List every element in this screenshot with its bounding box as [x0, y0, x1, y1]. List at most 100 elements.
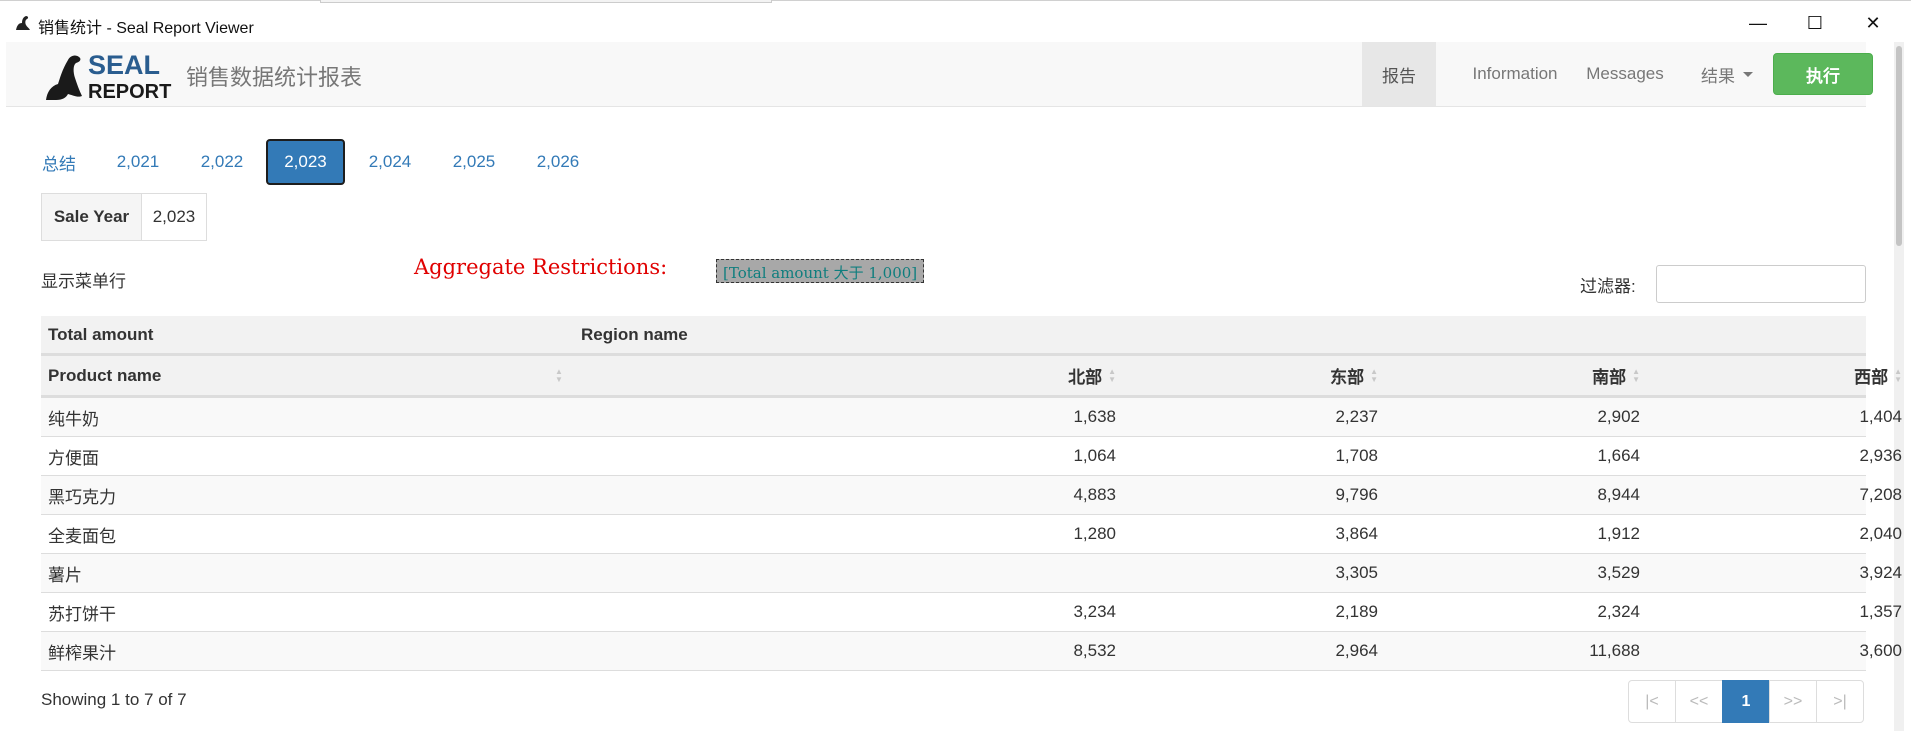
pagination: |< << 1 >> >|: [1628, 680, 1864, 723]
cell-west: 1,404: [1859, 407, 1902, 426]
cell-north: 1,638: [1073, 407, 1116, 426]
header-east[interactable]: 东部 ▲ ▼: [1116, 356, 1378, 395]
execute-button[interactable]: 执行: [1773, 53, 1873, 95]
cell-north: 4,883: [1073, 485, 1116, 504]
last-page-button[interactable]: >|: [1816, 680, 1864, 723]
header-region-name: Region name: [581, 324, 688, 344]
filter-input[interactable]: [1656, 265, 1866, 303]
previous-page-button[interactable]: <<: [1675, 680, 1723, 723]
cell-south: 1,664: [1597, 446, 1640, 465]
seal-icon: [16, 16, 30, 30]
seal-report-logo[interactable]: SEAL REPORT: [42, 48, 172, 104]
header-product-name[interactable]: Product name: [48, 356, 161, 395]
cell-south: 2,324: [1597, 602, 1640, 621]
cell-west: 7,208: [1859, 485, 1902, 504]
page-1-button[interactable]: 1: [1722, 680, 1770, 723]
cell-product: 方便面: [48, 448, 99, 468]
header-south[interactable]: 南部 ▲ ▼: [1378, 356, 1640, 395]
filter-label: 过滤器:: [1580, 277, 1636, 296]
maximize-button[interactable]: ☐: [1792, 9, 1838, 37]
cell-south: 1,912: [1597, 524, 1640, 543]
nav-messages[interactable]: Messages: [1574, 42, 1676, 106]
table-row: 纯牛奶 1,638 2,237 2,902 1,404: [41, 398, 1902, 437]
cell-west: 2,040: [1859, 524, 1902, 543]
showing-info: Showing 1 to 7 of 7: [41, 690, 187, 709]
scrollbar-thumb[interactable]: [1896, 46, 1902, 246]
minimize-button[interactable]: —: [1735, 9, 1781, 37]
cell-north: [611, 554, 1116, 592]
header-west-label: 西部: [1854, 368, 1889, 387]
cell-north: 3,234: [1073, 602, 1116, 621]
table-row: 苏打饼干 3,234 2,189 2,324 1,357: [41, 593, 1902, 632]
restriction-label: Sale Year: [42, 194, 142, 240]
header-total-amount: Total amount: [48, 324, 154, 344]
tab-2023[interactable]: 2,023: [266, 139, 345, 185]
logo-text-seal: SEAL: [88, 50, 160, 80]
tab-2024[interactable]: 2,024: [360, 139, 420, 185]
cell-north: 8,532: [1073, 641, 1116, 660]
cell-south: 8,944: [1597, 485, 1640, 504]
nav-report-label: 报告: [1382, 66, 1416, 86]
cell-product: 薯片: [48, 565, 82, 585]
header-west[interactable]: 西部 ▲ ▼: [1640, 356, 1902, 395]
tab-2021[interactable]: 2,021: [108, 139, 168, 185]
nav-information[interactable]: Information: [1446, 42, 1584, 106]
tab-2022[interactable]: 2,022: [192, 139, 252, 185]
report-table: Total amount Region name Product name ▲ ▼…: [41, 316, 1902, 671]
cell-south: 3,529: [1597, 563, 1640, 582]
first-page-button[interactable]: |<: [1628, 680, 1676, 723]
table-row: 全麦面包 1,280 3,864 1,912 2,040: [41, 515, 1902, 554]
tab-2026[interactable]: 2,026: [528, 139, 588, 185]
aggregate-restrictions-label: Aggregate Restrictions:: [414, 255, 668, 279]
cell-east: 2,189: [1335, 602, 1378, 621]
cell-east: 2,964: [1335, 641, 1378, 660]
table-header-row-1: Total amount Region name: [41, 316, 1866, 356]
table-row: 鲜榨果汁 8,532 2,964 11,688 3,600: [41, 632, 1902, 671]
nav-information-label: Information: [1472, 64, 1558, 83]
cell-east: 1,708: [1335, 446, 1378, 465]
table-row: 薯片 3,305 3,529 3,924: [41, 554, 1902, 593]
table-header-row-2: Product name ▲ ▼ 北部 ▲ ▼ 东部 ▲ ▼ 南部 ▲ ▼ 西部 ▲ ▼: [41, 356, 1902, 398]
sort-icon[interactable]: ▲ ▼: [555, 368, 563, 384]
window-title: 销售统计 - Seal Report Viewer: [38, 20, 254, 37]
sort-icon: ▲ ▼: [1894, 366, 1902, 384]
cell-product: 鲜榨果汁: [48, 643, 116, 663]
nav-results-label: 结果: [1701, 66, 1735, 86]
cell-west: 3,600: [1859, 641, 1902, 660]
cell-north: 1,280: [1073, 524, 1116, 543]
cell-east: 2,237: [1335, 407, 1378, 426]
table-row: 黑巧克力 4,883 9,796 8,944 7,208: [41, 476, 1902, 515]
header-east-label: 东部: [1330, 368, 1365, 387]
cell-east: 9,796: [1335, 485, 1378, 504]
cell-west: 3,924: [1859, 563, 1902, 582]
restriction-value: 2,023: [152, 207, 196, 226]
tab-2025[interactable]: 2,025: [444, 139, 504, 185]
show-menu-link[interactable]: 显示菜单行: [41, 267, 126, 292]
navbar: SEAL REPORT 销售数据统计报表 报告 Information Mess…: [6, 42, 1873, 107]
caret-down-icon: [1743, 71, 1753, 77]
header-south-label: 南部: [1592, 368, 1627, 387]
tab-summary[interactable]: 总结: [41, 139, 77, 185]
cell-product: 黑巧克力: [48, 487, 116, 507]
cell-south: 11,688: [1589, 641, 1640, 660]
logo-text-report: REPORT: [88, 81, 171, 103]
header-north[interactable]: 北部 ▲ ▼: [611, 356, 1116, 395]
nav-results-dropdown[interactable]: 结果: [1686, 42, 1768, 106]
cell-product: 全麦面包: [48, 526, 116, 546]
nav-messages-label: Messages: [1586, 64, 1664, 83]
header-product-name-label: Product name: [48, 365, 162, 385]
nav-report[interactable]: 报告: [1362, 42, 1436, 106]
sort-icon: ▲ ▼: [1108, 366, 1116, 384]
close-button[interactable]: ✕: [1850, 9, 1896, 37]
sort-icon: ▲ ▼: [1370, 366, 1378, 384]
next-page-button[interactable]: >>: [1769, 680, 1817, 723]
cell-north: 1,064: [1073, 446, 1116, 465]
cell-south: 2,902: [1597, 407, 1640, 426]
restriction-sale-year: Sale Year 2,023: [41, 193, 207, 241]
sort-icon: ▲ ▼: [1632, 366, 1640, 384]
background-window-strip: [320, 0, 772, 3]
cell-product: 苏打饼干: [48, 604, 116, 624]
cell-east: 3,864: [1335, 524, 1378, 543]
table-row: 方便面 1,064 1,708 1,664 2,936: [41, 437, 1902, 476]
cell-east: 3,305: [1335, 563, 1378, 582]
